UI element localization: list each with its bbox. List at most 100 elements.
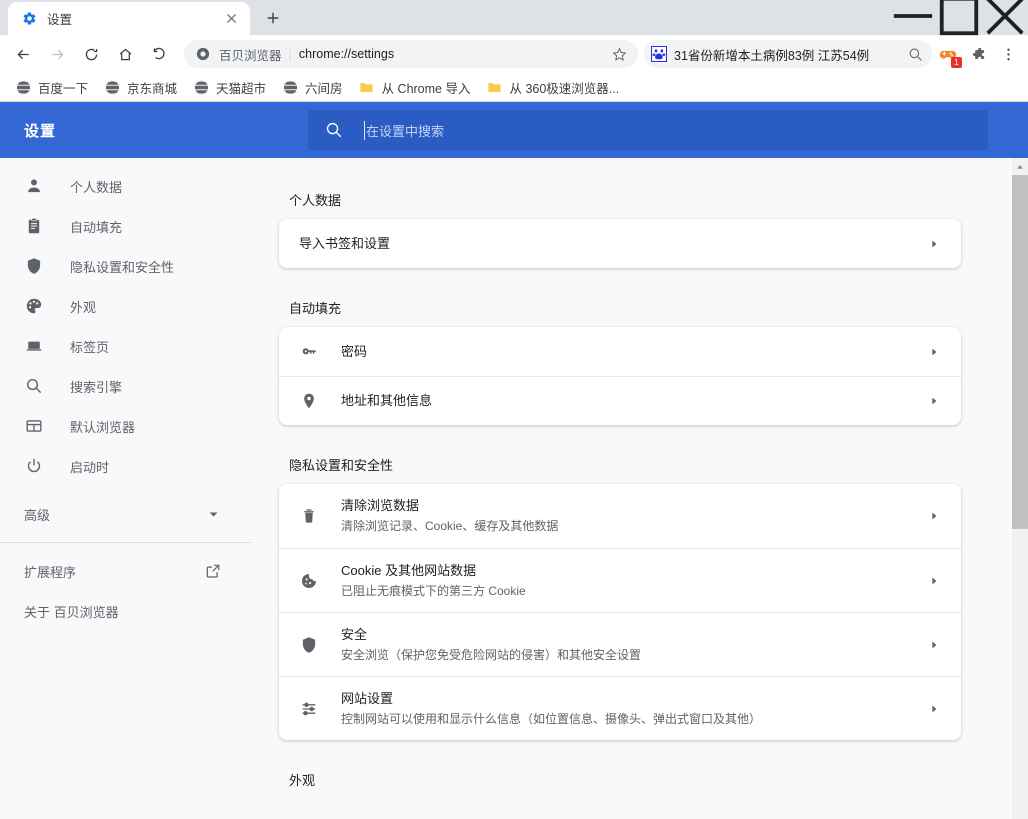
laptop-icon [24,336,44,356]
location-pin-icon [299,391,319,411]
row-security[interactable]: 安全 安全浏览（保护您免受危险网站的侵害）和其他安全设置 [279,612,961,676]
chevron-right-icon[interactable] [927,574,941,588]
bookmark-label: 京东商城 [127,81,178,96]
sidebar-item-personal-data[interactable]: 个人数据 [0,166,251,206]
maximize-button[interactable] [936,0,982,36]
row-clear-browsing-data[interactable]: 清除浏览数据 清除浏览记录、Cookie、缓存及其他数据 [279,484,961,548]
browser-window-icon [24,416,44,436]
history-back-button[interactable] [144,39,174,69]
section-card-autofill: 密码 地址和其他信息 [279,327,961,425]
settings-page: 设置 在设置中搜索 个人数据 自动填充 隐私设置和安全性 外观 标签页 搜索引擎… [0,102,1028,819]
scrollbar-thumb[interactable] [1012,175,1028,529]
bookmark-label: 六间房 [305,81,343,96]
sidebar-item-appearance[interactable]: 外观 [0,286,251,326]
row-import-bookmarks[interactable]: 导入书签和设置 [279,219,961,268]
sidebar-item-tabs[interactable]: 标签页 [0,326,251,366]
settings-sidebar: 个人数据 自动填充 隐私设置和安全性 外观 标签页 搜索引擎 默认浏览器 启动时… [0,158,251,819]
minimize-button[interactable] [890,0,936,32]
row-site-settings[interactable]: 网站设置 控制网站可以使用和显示什么信息（如位置信息、摄像头、弹出式窗口及其他） [279,676,961,740]
sidebar-divider [0,542,251,543]
chevron-right-icon[interactable] [927,237,941,251]
bookmark-item[interactable]: 百度一下 [8,75,95,100]
row-title: 导入书签和设置 [299,235,391,251]
bookmark-folder[interactable]: 从 360极速浏览器... [479,75,626,100]
row-text: 安全 安全浏览（保护您免受危险网站的侵害）和其他安全设置 [341,626,927,664]
omnibox-url[interactable]: chrome://settings [299,47,610,61]
bookmark-folder[interactable]: 从 Chrome 导入 [352,75,478,100]
reload-button[interactable] [76,39,106,69]
row-title: 网站设置 [341,690,394,706]
forward-button[interactable] [42,39,72,69]
extensions-puzzle-icon[interactable] [964,40,992,68]
chevron-right-icon[interactable] [927,394,941,408]
section-card-personal-data: 导入书签和设置 [279,219,961,268]
home-button[interactable] [110,39,140,69]
row-title: 清除浏览数据 [341,498,420,513]
row-subtitle: 清除浏览记录、Cookie、缓存及其他数据 [341,519,559,533]
globe-icon [104,79,120,95]
search-input-value[interactable]: 31省份新增本土病例83例 江苏54例 [674,45,907,64]
bookmark-star-icon[interactable] [610,45,628,63]
vertical-scrollbar[interactable] [1012,158,1028,819]
row-text: Cookie 及其他网站数据 已阻止无痕模式下的第三方 Cookie [341,562,927,600]
row-cookies[interactable]: Cookie 及其他网站数据 已阻止无痕模式下的第三方 Cookie [279,548,961,612]
sidebar-item-search-engine[interactable]: 搜索引擎 [0,366,251,406]
chevron-right-icon[interactable] [927,345,941,359]
sidebar-item-label: 关于 百贝浏览器 [24,604,119,620]
chevron-right-icon[interactable] [927,509,941,523]
scroll-up-arrow-icon[interactable] [1012,158,1028,175]
sliders-icon [299,699,319,719]
tab-settings[interactable]: 设置 [8,2,250,35]
chevron-right-icon[interactable] [927,638,941,652]
sidebar-item-privacy-security[interactable]: 隐私设置和安全性 [0,246,251,286]
close-button[interactable] [982,0,1028,35]
row-subtitle: 控制网站可以使用和显示什么信息（如位置信息、摄像头、弹出式窗口及其他） [341,711,762,726]
sidebar-item-about[interactable]: 关于 百贝浏览器 [0,591,251,631]
sidebar-item-label: 默认浏览器 [70,419,136,435]
close-icon[interactable] [222,10,240,28]
omnibox-separator: | [288,46,292,62]
sidebar-item-on-startup[interactable]: 启动时 [0,446,251,486]
row-title: Cookie 及其他网站数据 [341,562,477,578]
search-icon [24,376,44,396]
search-icon[interactable] [907,46,924,63]
clipboard-icon [24,216,44,236]
chevron-right-icon[interactable] [927,702,941,716]
bookmark-item[interactable]: 京东商城 [97,75,184,100]
sidebar-item-advanced[interactable]: 高级 [0,494,251,534]
row-title: 密码 [341,343,368,359]
tab-title: 设置 [47,13,73,27]
globe-icon [282,79,298,95]
shield-icon [24,256,44,276]
row-passwords[interactable]: 密码 [279,327,961,376]
bookmark-item[interactable]: 天猫超市 [186,75,273,100]
back-button[interactable] [8,39,38,69]
new-tab-button[interactable] [258,3,288,33]
settings-search-placeholder: 在设置中搜索 [364,120,444,140]
game-controller-icon[interactable]: 1 [934,40,962,68]
sidebar-item-label: 隐私设置和安全性 [70,259,175,275]
section-title: 个人数据 [289,193,342,208]
sidebar-item-label: 自动填充 [70,219,123,235]
row-addresses[interactable]: 地址和其他信息 [279,376,961,425]
row-text: 清除浏览数据 清除浏览记录、Cookie、缓存及其他数据 [341,497,927,535]
bookmark-item[interactable]: 六间房 [275,75,350,100]
sidebar-item-label: 扩展程序 [24,564,77,580]
sidebar-item-default-browser[interactable]: 默认浏览器 [0,406,251,446]
omnibox-brand: 百贝浏览器 [219,48,282,63]
address-bar[interactable]: 百贝浏览器 | chrome://settings [184,40,638,68]
sidebar-item-extensions[interactable]: 扩展程序 [0,551,251,591]
bookmark-label: 百度一下 [38,81,89,96]
section-title: 隐私设置和安全性 [289,458,394,473]
bookmark-label: 从 360极速浏览器... [509,81,620,96]
page-title: 设置 [24,122,57,140]
row-text: 导入书签和设置 [299,235,927,253]
sidebar-item-autofill[interactable]: 自动填充 [0,206,251,246]
chrome-menu-icon[interactable] [994,40,1022,68]
settings-search-input[interactable]: 在设置中搜索 [308,110,989,150]
shield-icon [299,635,319,655]
search-input[interactable]: 31省份新增本土病例83例 江苏54例 [644,40,932,68]
tab-strip: 设置 [0,0,1028,36]
row-text: 网站设置 控制网站可以使用和显示什么信息（如位置信息、摄像头、弹出式窗口及其他） [341,690,927,728]
